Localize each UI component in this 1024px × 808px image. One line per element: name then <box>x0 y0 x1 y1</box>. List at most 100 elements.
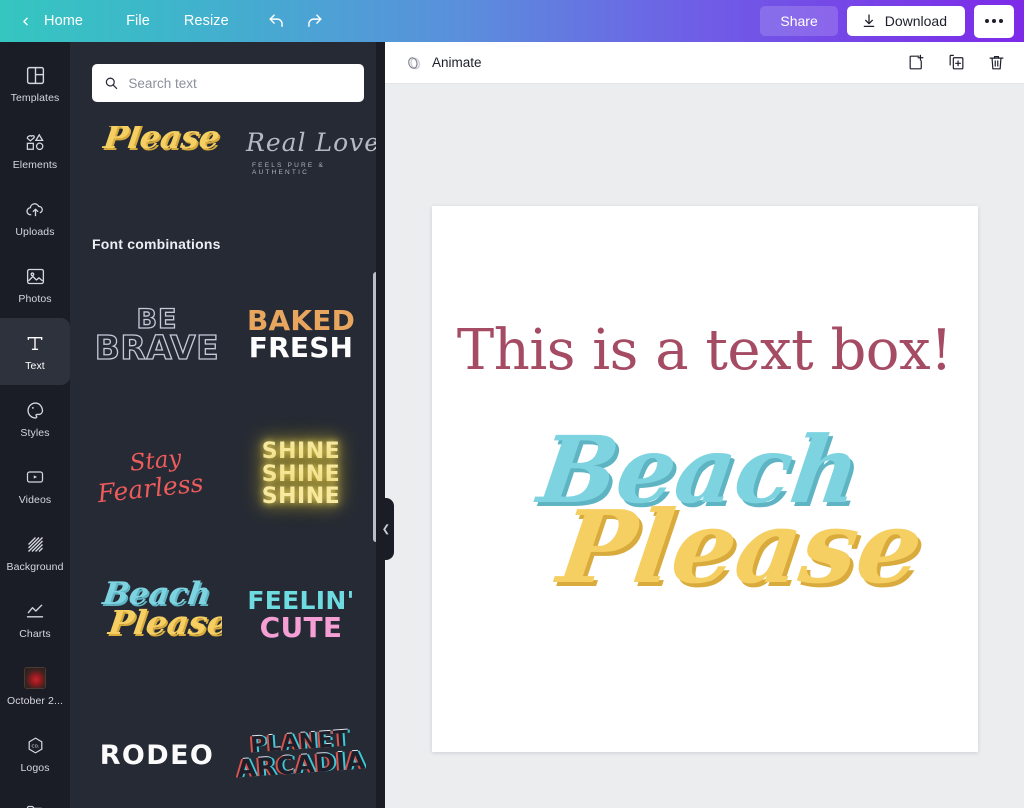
logo-hex-icon: co. <box>25 734 46 757</box>
more-options-button[interactable] <box>974 4 1014 38</box>
font-combination-planet-arcadia[interactable]: PLANET ARCADIA <box>236 690 366 808</box>
undo-button[interactable] <box>258 5 296 37</box>
panel-right-edge <box>376 42 385 808</box>
font-combination-rodeo[interactable]: RODEO <box>92 690 222 808</box>
be-brave-art: BE BRAVE <box>94 305 220 368</box>
animate-button[interactable]: Animate <box>399 49 488 77</box>
canvas-toolbar-actions <box>902 49 1010 77</box>
shine-line2: SHINE <box>261 461 341 487</box>
preview-real-love[interactable]: Real Love FEELS PURE & AUTHENTIC › <box>232 126 385 178</box>
sidebar-item-videos[interactable]: Videos <box>0 452 70 519</box>
search-icon <box>105 77 118 90</box>
animate-icon <box>408 56 420 69</box>
download-button[interactable]: Download <box>846 6 965 36</box>
preview-real-love-subtitle: FEELS PURE & AUTHENTIC <box>252 162 325 176</box>
sidebar-item-templates[interactable]: Templates <box>0 50 70 117</box>
cute-line2: CUTE <box>259 610 343 644</box>
sidebar-label-styles: Styles <box>20 426 50 439</box>
font-combination-feelin-cute[interactable]: FEELIN' CUTE <box>236 550 366 680</box>
canvas-graphic-beach-please[interactable]: Beach Please <box>432 416 978 626</box>
preview-real-love-title: Real Love <box>246 128 381 157</box>
sidebar-item-styles[interactable]: Styles <box>0 385 70 452</box>
shine-line3: SHINE <box>261 484 341 510</box>
delete-button[interactable] <box>982 49 1010 77</box>
rodeo-line1: RODEO <box>99 739 215 771</box>
back-button[interactable] <box>14 0 36 42</box>
stay-fearless-art: Stay Fearless <box>96 445 205 508</box>
sidebar-item-photos[interactable]: Photos <box>0 251 70 318</box>
duplicate-icon <box>949 54 963 70</box>
preview-beach-please[interactable]: Beach Please <box>92 126 232 178</box>
sidebar-label-text: Text <box>25 359 45 372</box>
sidebar-label-logos: Logos <box>20 761 50 774</box>
panel-collapse-handle[interactable]: ❮ <box>378 498 394 560</box>
text-preview-row: Beach Please Real Love FEELS PURE & AUTH… <box>70 126 385 178</box>
top-bar-right-group: Share Download <box>760 4 1024 38</box>
canvas-text-box[interactable]: This is a text box! <box>432 318 978 383</box>
resize-menu-item[interactable]: Resize <box>167 0 246 42</box>
templates-icon <box>25 64 46 87</box>
font-combination-be-brave[interactable]: BE BRAVE <box>92 270 222 400</box>
sidebar-label-background: Background <box>6 560 64 573</box>
font-combination-baked-fresh[interactable]: BAKED FRESH <box>236 270 366 400</box>
add-page-icon <box>909 54 923 70</box>
sidebar-label-charts: Charts <box>19 627 51 640</box>
text-panel: Beach Please Real Love FEELS PURE & AUTH… <box>70 42 385 808</box>
sidebar-label-videos: Videos <box>18 493 52 506</box>
section-title-font-combinations: Font combinations <box>92 236 221 252</box>
font-combinations-grid: BE BRAVE BAKED FRESH Stay Fearless SHINE… <box>92 270 366 808</box>
top-bar: Home File Resize Share Download <box>0 0 1024 42</box>
canvas-please-line: Please <box>551 488 930 606</box>
add-page-button[interactable] <box>902 49 930 77</box>
search-input[interactable] <box>128 75 352 91</box>
be-brave-line2: BRAVE <box>94 328 220 368</box>
dot-2 <box>992 19 996 23</box>
baked-fresh-art: BAKED FRESH <box>247 307 355 362</box>
svg-text:co.: co. <box>31 743 39 749</box>
sidebar-item-elements[interactable]: Elements <box>0 117 70 184</box>
text-t-icon <box>25 332 45 355</box>
upload-cloud-icon <box>24 198 47 221</box>
canvas-viewport: This is a text box! Beach Please <box>385 84 1024 808</box>
sidebar-item-background[interactable]: Background <box>0 519 70 586</box>
hatch-pattern-icon <box>25 533 46 556</box>
undo-icon <box>269 13 284 27</box>
download-arrow-icon <box>863 14 875 27</box>
font-combination-stay-fearless[interactable]: Stay Fearless <box>92 410 222 540</box>
canvas-toolbar: Animate <box>385 42 1024 84</box>
search-box[interactable] <box>92 64 364 102</box>
sidebar-item-uploads[interactable]: Uploads <box>0 184 70 251</box>
planet-arcadia-art: PLANET ARCADIA <box>236 727 366 784</box>
sidebar-label-elements: Elements <box>12 158 58 171</box>
feelin-line1: FEELIN' <box>247 586 355 616</box>
home-menu-item[interactable]: Home <box>36 0 109 42</box>
sidebar-item-folders[interactable]: Folders <box>0 787 70 808</box>
shine-art: SHINE SHINE SHINE <box>261 440 341 510</box>
duplicate-button[interactable] <box>942 49 970 77</box>
share-button[interactable]: Share <box>760 6 838 36</box>
sidebar-label-photos: Photos <box>18 292 52 305</box>
resize-label: Resize <box>183 13 229 29</box>
file-label: File <box>126 13 150 29</box>
top-bar-left-group: Home File Resize <box>0 0 334 42</box>
dot-3 <box>999 19 1003 23</box>
please-line2: Please <box>106 603 222 642</box>
canva-editor: Home File Resize Share Download Template… <box>0 0 1024 808</box>
font-combination-beach-please[interactable]: Beach Please <box>92 550 222 680</box>
sidebar-label-october: October 2... <box>6 694 64 707</box>
folder-icon <box>24 801 46 808</box>
font-combination-shine[interactable]: SHINE SHINE SHINE <box>236 410 366 540</box>
sidebar-item-october-folder[interactable]: October 2... <box>0 653 70 720</box>
animate-label: Animate <box>432 55 482 70</box>
sidebar-item-logos[interactable]: co. Logos <box>0 720 70 787</box>
redo-button[interactable] <box>296 5 334 37</box>
elements-icon <box>24 131 46 154</box>
design-canvas[interactable]: This is a text box! Beach Please <box>431 206 978 752</box>
search-wrapper <box>92 64 364 102</box>
preview-please-line: Please <box>101 126 223 156</box>
sidebar-item-text[interactable]: Text <box>0 318 70 385</box>
october-thumbnail-image <box>24 667 46 689</box>
sidebar-item-charts[interactable]: Charts <box>0 586 70 653</box>
file-menu-item[interactable]: File <box>109 0 167 42</box>
redo-icon <box>308 13 322 27</box>
